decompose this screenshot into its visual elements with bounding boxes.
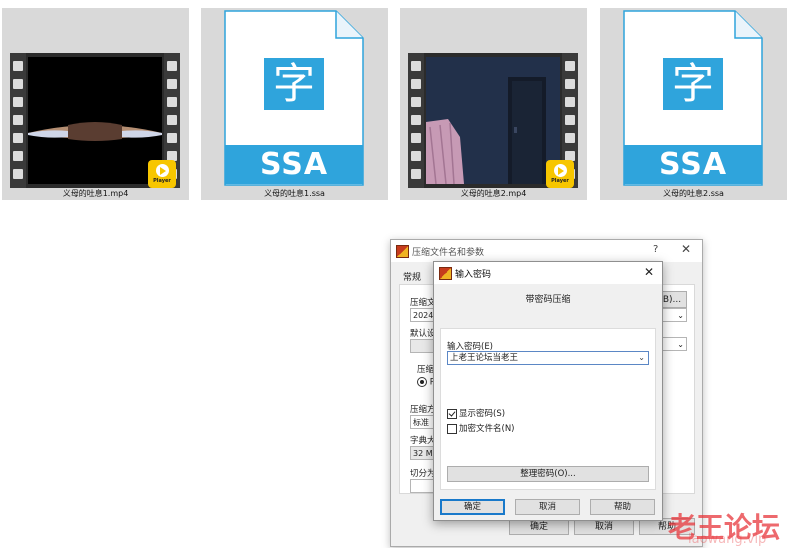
file-name: 义母的吐息2.mp4	[460, 189, 527, 198]
title-bar: 输入密码 ✕	[434, 262, 662, 284]
encrypt-filenames-checkbox[interactable]: 加密文件名(N)	[447, 422, 515, 434]
tab-general[interactable]: 常规	[403, 270, 421, 283]
player-badge-icon: Player	[546, 160, 574, 188]
close-icon[interactable]: ✕	[681, 242, 691, 256]
help-icon[interactable]: ?	[653, 244, 658, 255]
subtitle-file-icon: 字 SSA	[201, 8, 388, 186]
title-bar: 压缩文件名和参数 ? ✕	[391, 240, 702, 262]
cancel-button[interactable]: 取消	[515, 499, 580, 515]
file-item-video-2[interactable]: Player 义母的吐息2.mp4	[400, 8, 587, 200]
password-dialog: 输入密码 ✕ 带密码压缩 输入密码(E) 上老王论坛当老王 ⌄ 显示密码(S) …	[433, 261, 663, 521]
split-volumes-label: 切分为	[410, 469, 436, 479]
password-input[interactable]: 上老王论坛当老王 ⌄	[447, 351, 649, 365]
close-icon[interactable]: ✕	[644, 265, 654, 279]
help-button[interactable]: 帮助	[590, 499, 655, 515]
ok-button[interactable]: 确定	[440, 499, 505, 515]
film-strip-icon: Player	[408, 53, 578, 188]
watermark-url: laowang.vip	[688, 532, 767, 547]
file-item-video-1[interactable]: Player 义母的吐息1.mp4	[2, 8, 189, 200]
file-item-subtitle-2[interactable]: 字 SSA 义母的吐息2.ssa	[600, 8, 787, 200]
chevron-down-icon[interactable]: ⌄	[638, 352, 645, 364]
winrar-icon	[439, 267, 452, 280]
dialog-heading: 带密码压缩	[525, 295, 571, 305]
file-name: 义母的吐息1.ssa	[264, 189, 325, 198]
file-item-subtitle-1[interactable]: 字 SSA 义母的吐息1.ssa	[201, 8, 388, 200]
video-thumbnail: Player	[2, 8, 189, 188]
radio-selected-icon	[417, 377, 427, 387]
dictionary-size-label: 字典大	[410, 436, 436, 446]
file-name: 义母的吐息1.mp4	[62, 189, 129, 198]
organize-passwords-button[interactable]: 整理密码(O)...	[447, 466, 649, 482]
checkbox-unchecked-icon	[447, 423, 457, 434]
archive-name-label: 压缩文	[410, 298, 436, 308]
dialog-title: 输入密码	[455, 270, 492, 280]
show-password-checkbox[interactable]: 显示密码(S)	[447, 407, 505, 419]
compression-method-label: 压缩方	[410, 405, 436, 415]
player-badge-icon: Player	[148, 160, 176, 188]
film-strip-icon: Player	[10, 53, 180, 188]
file-name: 义母的吐息2.ssa	[663, 189, 724, 198]
default-settings-label: 默认设	[410, 329, 436, 339]
checkbox-checked-icon	[447, 408, 457, 419]
subtitle-file-icon: 字 SSA	[600, 8, 787, 186]
winrar-icon	[396, 245, 409, 258]
dialog-title: 压缩文件名和参数	[412, 248, 485, 258]
video-thumbnail: Player	[400, 8, 587, 188]
